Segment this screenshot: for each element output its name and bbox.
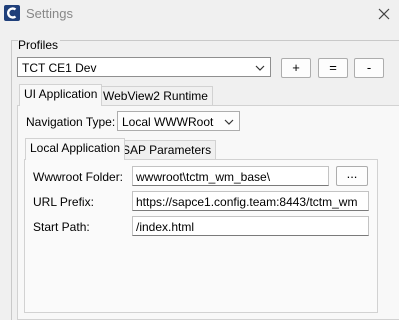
url-prefix-input[interactable]: https://sapce1.config.team:8443/tctm_wm (132, 191, 369, 211)
url-prefix-label: URL Prefix: (33, 195, 94, 209)
tab-ui-application[interactable]: UI Application (19, 84, 103, 106)
wwwroot-folder-input[interactable]: wwwroot\tctm_wm_base\ (132, 166, 329, 186)
tab-webview2-runtime[interactable]: WebView2 Runtime (98, 86, 213, 106)
profile-select[interactable]: TCT CE1 Dev (17, 57, 271, 77)
profile-select-value: TCT CE1 Dev (22, 61, 97, 75)
tab-local-application[interactable]: Local Application (25, 138, 126, 160)
equals-profile-button[interactable]: = (318, 58, 348, 78)
start-path-label: Start Path: (33, 220, 90, 234)
close-icon[interactable] (375, 5, 393, 23)
url-prefix-value: https://sapce1.config.team:8443/tctm_wm (136, 195, 358, 209)
tab-sap-parameters[interactable]: SAP Parameters (117, 140, 217, 160)
title-bar: Settings (0, 0, 399, 28)
window-title: Settings (26, 6, 73, 21)
chevron-down-icon (223, 116, 235, 131)
navigation-type-label: Navigation Type: (26, 115, 116, 129)
navigation-type-value: Local WWWRoot (122, 115, 214, 129)
wwwroot-folder-value: wwwroot\tctm_wm_base\ (136, 170, 271, 184)
browse-button[interactable]: ... (336, 166, 368, 186)
remove-profile-button[interactable]: - (354, 58, 384, 78)
navigation-type-select[interactable]: Local WWWRoot (117, 111, 240, 131)
chevron-down-icon (254, 62, 266, 77)
app-logo-icon (4, 5, 20, 21)
add-profile-button[interactable]: + (281, 58, 311, 78)
profiles-group-label: Profiles (18, 38, 61, 52)
start-path-value: /index.html (136, 220, 195, 234)
wwwroot-folder-label: Wwwroot Folder: (33, 170, 124, 184)
start-path-input[interactable]: /index.html (132, 216, 369, 236)
